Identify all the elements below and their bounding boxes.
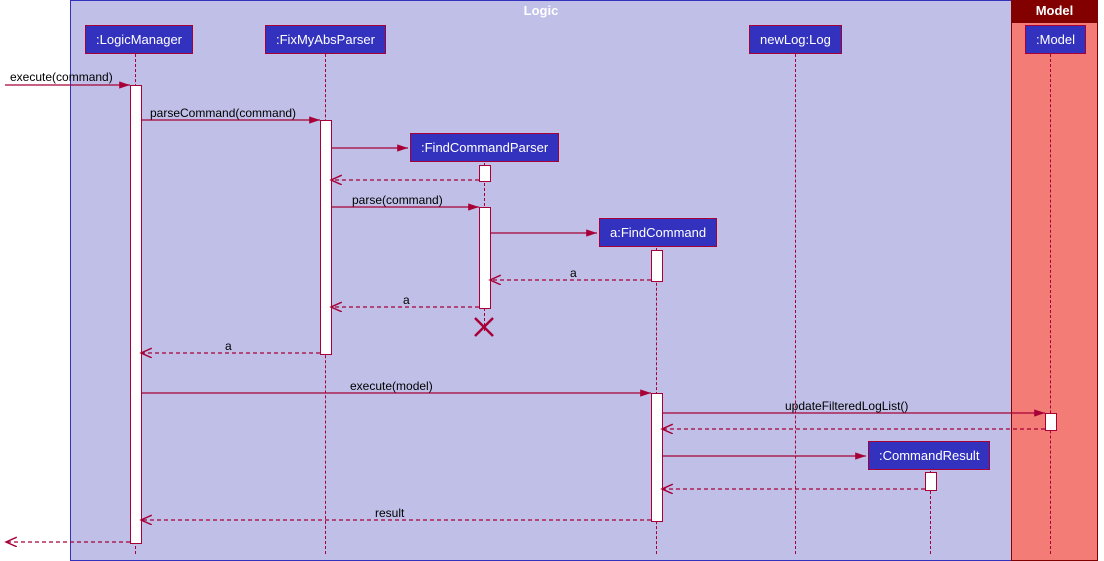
fixmyabsparser-activation <box>320 120 332 355</box>
msg-parsecommand: parseCommand(command) <box>150 106 296 120</box>
msg-executemodel: execute(model) <box>350 379 433 393</box>
model-lifeline <box>1050 54 1051 554</box>
findcommandparser-activation-1 <box>479 165 491 182</box>
findcommand-activation-1 <box>651 250 663 282</box>
msg-result: result <box>375 506 404 520</box>
model-frame-title: Model <box>1036 3 1074 18</box>
sequence-diagram: Logic Model :LogicManager :FixMyAbsParse… <box>0 0 1104 561</box>
msg-a2: a <box>403 293 410 307</box>
logic-frame-title: Logic <box>524 3 559 18</box>
findcommandparser-activation-2 <box>479 207 491 309</box>
commandresult-participant: :CommandResult <box>868 441 990 470</box>
logicmanager-activation <box>130 85 142 544</box>
newlog-lifeline <box>795 54 796 554</box>
newlog-participant: newLog:Log <box>749 25 842 54</box>
logic-frame: Logic <box>70 0 1012 561</box>
fixmyabsparser-participant: :FixMyAbsParser <box>265 25 386 54</box>
logicmanager-participant: :LogicManager <box>85 25 193 54</box>
findcommandparser-participant: :FindCommandParser <box>410 133 559 162</box>
findcommand-activation-2 <box>651 393 663 522</box>
model-participant: :Model <box>1025 25 1086 54</box>
model-frame: Model <box>1011 0 1098 561</box>
msg-a1: a <box>570 266 577 280</box>
commandresult-activation <box>925 472 937 491</box>
model-frame-header: Model <box>1012 1 1097 23</box>
msg-updatefiltered: updateFilteredLogList() <box>785 399 908 413</box>
model-activation <box>1045 413 1057 431</box>
msg-parse: parse(command) <box>352 193 443 207</box>
findcommand-participant: a:FindCommand <box>599 218 717 247</box>
msg-execute: execute(command) <box>10 70 113 84</box>
msg-a3: a <box>225 339 232 353</box>
